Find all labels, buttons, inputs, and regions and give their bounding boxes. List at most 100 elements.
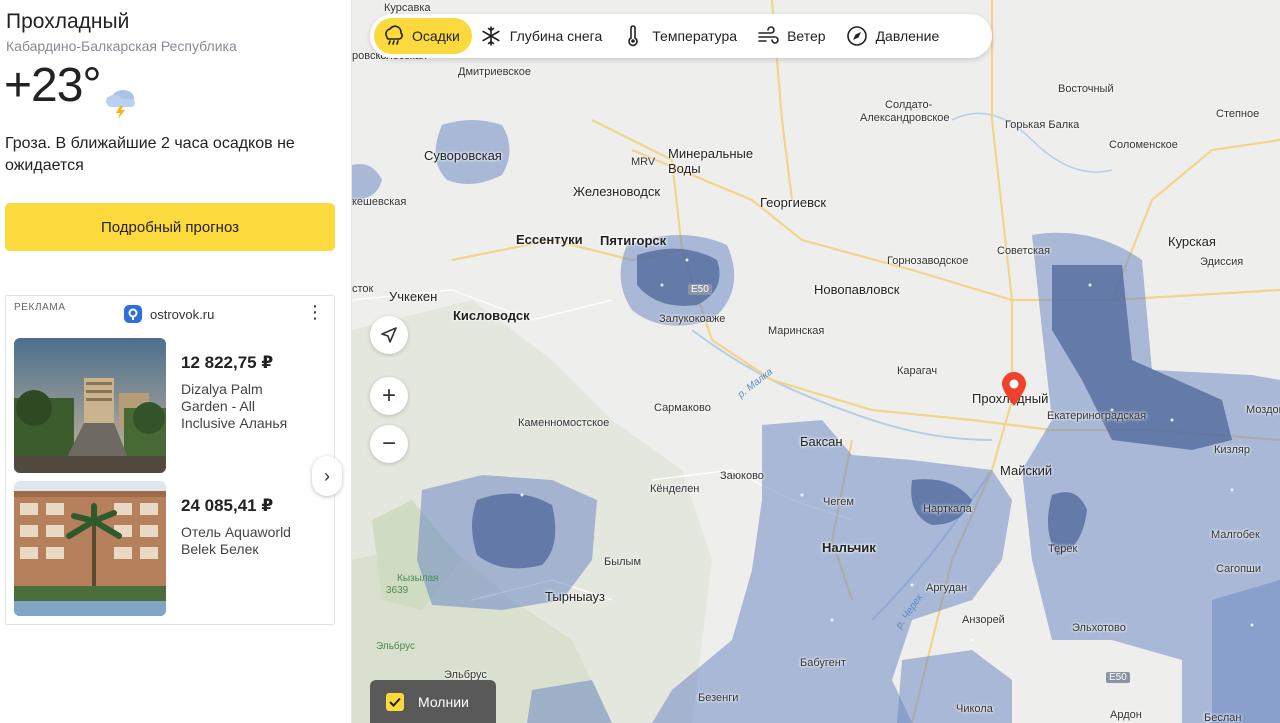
lightning-label: Молнии — [418, 693, 469, 710]
map-background[interactable] — [352, 0, 1280, 723]
map-label: Моздок — [1246, 404, 1280, 416]
layer-label: Глубина снега — [509, 28, 603, 44]
map-label: Кёнделен — [650, 483, 700, 495]
map-label: Новопавловск — [814, 282, 900, 297]
map-label: Карагач — [897, 365, 938, 377]
precipitation-map[interactable]: Курсавка ровсколесская Дмитриевское MRV … — [352, 0, 1280, 723]
hotel-photo — [14, 338, 166, 473]
map-label: Эдиссия — [1200, 256, 1244, 268]
hotel-photo — [14, 481, 166, 616]
airport-label: MRV — [631, 156, 656, 168]
more-options-icon[interactable]: ⋮ — [306, 303, 324, 321]
map-label: Кызылая — [397, 573, 439, 584]
map-label: Аргудан — [926, 582, 968, 594]
map-label: Восточный — [1058, 83, 1114, 95]
map-label: Александровское — [860, 112, 950, 124]
map-label: Горькая Балка — [1005, 119, 1080, 131]
map-label: Ессентуки — [516, 232, 583, 247]
offer-price: 24 085,41 ₽ — [181, 496, 274, 515]
map-label: сток — [352, 283, 374, 295]
map-layer-selector: Осадки Глубина снега Температура Ветер Д… — [370, 14, 992, 58]
layer-precipitation[interactable]: Осадки — [374, 18, 472, 54]
map-label: Сармаково — [654, 402, 711, 414]
map-label: Эльбрус — [376, 641, 415, 652]
map-label: Солдато- — [885, 99, 933, 111]
thermometer-icon — [628, 25, 639, 47]
map-label: Майский — [1000, 463, 1053, 478]
map-label: Учкекен — [389, 289, 438, 304]
ostrovok-logo-icon — [124, 305, 142, 323]
layer-label: Температура — [652, 28, 738, 44]
map-label: Чикола — [956, 703, 993, 715]
map-label: Эльхотово — [1072, 622, 1126, 634]
navigation-arrow-icon — [381, 327, 397, 343]
map-label: Малгобек — [1211, 529, 1260, 541]
ad-offer-text: 24 085,41 ₽ Отель Aquaworld Belek Белек — [166, 481, 306, 616]
current-weather: +23° — [4, 62, 139, 120]
map-label: Терек — [1048, 543, 1078, 555]
map-label: Соломенское — [1109, 139, 1178, 151]
map-label: Курская — [1168, 234, 1216, 249]
map-label: Пятигорск — [600, 233, 667, 248]
map-label: Анзорей — [962, 614, 1005, 626]
layer-temperature[interactable]: Температура — [614, 18, 749, 54]
location-pin-icon[interactable] — [1000, 371, 1028, 407]
precipitation-icon — [385, 25, 403, 45]
map-label: Дмитриевское — [458, 66, 531, 78]
temperature: +23° — [4, 59, 102, 112]
map-label: Беслан — [1204, 712, 1242, 723]
map-label: Кизляр — [1214, 444, 1250, 456]
ad-offer-text: 12 822,75 ₽ Dizalya Palm Garden - All In… — [166, 338, 306, 473]
layer-wind[interactable]: Ветер — [749, 18, 838, 54]
map-label: Нальчик — [822, 540, 876, 555]
map-label: Баксан — [800, 434, 843, 449]
ad-offer[interactable]: 12 822,75 ₽ Dizalya Palm Garden - All In… — [14, 338, 324, 473]
offer-name: Dizalya Palm Garden - All Inclusive Алан… — [181, 381, 288, 431]
zoom-out-button[interactable]: − — [370, 425, 408, 463]
road-label: E50 — [688, 284, 712, 295]
map-label: Минеральные — [668, 146, 754, 161]
map-label: Маринская — [768, 325, 825, 337]
map-label: Нарткала — [923, 503, 972, 515]
layer-label: Осадки — [412, 28, 460, 44]
map-label: Заюково — [720, 470, 764, 482]
map-label: Былым — [604, 556, 642, 568]
weather-description: Гроза. В ближайшие 2 часа осадков не ожи… — [5, 135, 295, 174]
zoom-in-button[interactable]: + — [370, 377, 408, 415]
map-label: Воды — [668, 161, 701, 176]
map-label: 3639 — [386, 585, 409, 596]
weather-sidebar: Прохладный Кабардино-Балкарская Республи… — [0, 0, 352, 723]
layer-snow-depth[interactable]: Глубина снега — [472, 18, 614, 54]
layer-pressure[interactable]: Давление — [838, 18, 952, 54]
layer-label: Ветер — [787, 28, 826, 44]
snowflake-icon — [482, 26, 500, 46]
map-label: Бабугент — [800, 657, 846, 669]
offer-name: Отель Aquaworld Belek Белек — [181, 524, 291, 557]
map-label: кешевская — [352, 196, 407, 208]
map-label: Георгиевск — [760, 195, 827, 210]
detailed-forecast-button[interactable]: Подробный прогноз — [5, 203, 335, 251]
chevron-right-icon[interactable]: › — [312, 456, 342, 496]
map-label: Курсавка — [384, 2, 431, 14]
map-label: Сагопши — [1216, 563, 1261, 575]
ad-source[interactable]: ostrovok.ru — [124, 305, 214, 323]
map-label: Советская — [997, 245, 1051, 257]
map-label: Чегем — [823, 496, 854, 508]
ad-label: РЕКЛАМА — [14, 302, 66, 313]
map-label: Степное — [1216, 108, 1260, 120]
compass-icon — [846, 26, 867, 46]
map-label: Екатериноградская — [1047, 410, 1147, 422]
map-label: Каменномостское — [518, 417, 610, 429]
region-name[interactable]: Кабардино-Балкарская Республика — [6, 38, 237, 54]
locate-me-button[interactable] — [370, 316, 408, 354]
checkbox-checked-icon[interactable] — [386, 692, 404, 711]
ad-offer[interactable]: 24 085,41 ₽ Отель Aquaworld Belek Белек — [14, 481, 324, 616]
road-label: E50 — [1106, 672, 1130, 683]
wind-icon — [758, 26, 779, 44]
map-label: Горнозаводское — [887, 255, 969, 267]
map-label: Залукокоаже — [659, 313, 726, 325]
ad-block[interactable]: РЕКЛАМА ostrovok.ru ⋮ 12 822,75 ₽ Dizaly… — [5, 295, 342, 625]
offer-price: 12 822,75 ₽ — [181, 353, 274, 372]
map-label: Ардон — [1110, 709, 1142, 721]
lightning-toggle[interactable]: Молнии — [370, 680, 496, 723]
